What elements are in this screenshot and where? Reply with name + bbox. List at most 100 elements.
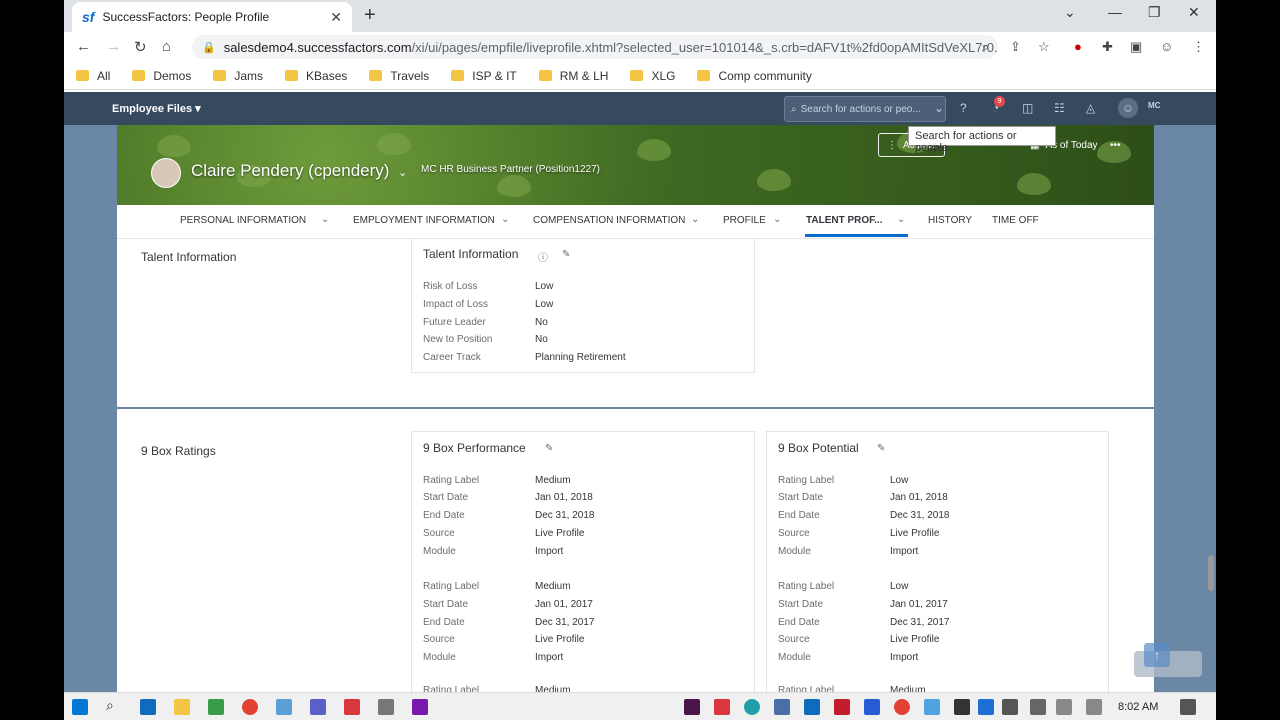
menu-icon[interactable]: ⋮ — [1192, 39, 1205, 55]
search-icon[interactable]: ⌕ — [106, 697, 122, 713]
edit-icon[interactable]: ✎ — [562, 249, 570, 260]
close-window-icon[interactable]: ✕ — [1188, 4, 1200, 21]
new-tab-icon[interactable]: + — [364, 4, 376, 27]
more-options-icon[interactable]: ••• — [1102, 133, 1129, 157]
field-value: Planning Retirement — [535, 352, 626, 363]
chevron-down-icon[interactable]: ⌄ — [897, 214, 905, 225]
bookmarks-bar: All Demos Jams KBases Travels ISP & IT R… — [64, 62, 1216, 90]
extension-icon[interactable]: ● — [1074, 39, 1082, 54]
help-circle-icon[interactable]: ⓘ — [538, 249, 548, 264]
scroll-to-top-icon[interactable]: ↑ — [1144, 643, 1170, 667]
leaf-decoration — [637, 139, 671, 161]
edit-icon[interactable]: ✎ — [545, 443, 553, 454]
chevron-down-icon[interactable]: ⌄ — [398, 166, 407, 179]
chat-icon[interactable]: ◫ — [1022, 101, 1033, 115]
windows-taskbar: ⌕ 8:02 AM — [64, 692, 1216, 720]
sidepanel-icon[interactable]: ▣ — [1130, 39, 1142, 55]
bluetooth-icon[interactable] — [978, 699, 994, 715]
outlook-tray-icon[interactable] — [804, 699, 820, 715]
restore-icon[interactable]: ❐ — [1148, 4, 1161, 21]
todo-icon[interactable]: ☷ — [1054, 101, 1065, 115]
calculator-icon[interactable] — [378, 699, 394, 715]
taskbar-clock[interactable]: 8:02 AM — [1118, 701, 1158, 713]
usb-icon[interactable] — [1002, 699, 1018, 715]
notepad-icon[interactable] — [208, 699, 224, 715]
bookmark-all[interactable]: All — [76, 69, 110, 83]
tab-history[interactable]: HISTORY — [928, 215, 972, 226]
network-icon[interactable] — [1056, 699, 1072, 715]
user-avatar-icon[interactable]: ☺ — [1118, 98, 1138, 118]
field-value: Import — [890, 652, 919, 663]
tab-profile[interactable]: PROFILE — [723, 215, 766, 226]
windows-start-icon[interactable] — [72, 699, 88, 715]
share-icon[interactable]: ⇪ — [1010, 39, 1021, 55]
bookmark-demos[interactable]: Demos — [132, 69, 191, 83]
card-title: 9 Box Potential — [778, 441, 859, 455]
zoom-icon[interactable]: ⌕ — [982, 39, 989, 55]
page-scrollbar[interactable] — [1208, 555, 1214, 591]
help-icon[interactable]: ? — [960, 101, 967, 115]
extensions-puzzle-icon[interactable]: ✚ — [1102, 39, 1113, 55]
chrome-tray-icon[interactable] — [894, 699, 910, 715]
tab-time-off[interactable]: TIME OFF — [992, 215, 1039, 226]
teams-icon[interactable] — [310, 699, 326, 715]
field-value: No — [535, 334, 548, 345]
chevron-down-icon[interactable]: ⌄ — [501, 214, 509, 225]
volume-icon[interactable] — [1086, 699, 1102, 715]
bookmark-rm-lh[interactable]: RM & LH — [538, 69, 608, 83]
minimize-icon[interactable]: — — [1108, 4, 1122, 20]
tray-app-icon[interactable] — [714, 699, 730, 715]
chevron-down-icon[interactable]: ⌄ — [321, 214, 329, 225]
outlook-icon[interactable] — [140, 699, 156, 715]
reload-icon[interactable]: ↻ — [134, 38, 147, 56]
tab-employment-information[interactable]: EMPLOYMENT INFORMATION — [353, 215, 495, 226]
tab-compensation-information[interactable]: COMPENSATION INFORMATION — [533, 215, 685, 226]
chrome-icon[interactable] — [242, 699, 258, 715]
bell-icon[interactable]: ◬ — [1086, 101, 1095, 115]
app-s-icon[interactable] — [344, 699, 360, 715]
chevron-down-icon[interactable]: ⌄ — [691, 214, 699, 225]
onenote-icon[interactable] — [412, 699, 428, 715]
section-title-talent: Talent Information — [141, 250, 237, 264]
bookmark-isp-it[interactable]: ISP & IT — [451, 69, 517, 83]
edge-icon[interactable] — [744, 699, 760, 715]
bookmark-comp-community[interactable]: Comp community — [697, 69, 812, 83]
search-dropdown-icon[interactable]: ⌄ — [934, 101, 944, 115]
bookmark-travels[interactable]: Travels — [369, 69, 429, 83]
field-label: Rating Label — [778, 581, 835, 592]
tab-personal-information[interactable]: PERSONAL INFORMATION — [180, 215, 306, 226]
employee-avatar[interactable] — [151, 158, 181, 188]
slack-icon[interactable] — [684, 699, 700, 715]
mcafee-icon[interactable] — [834, 699, 850, 715]
browser-tab[interactable]: sf SuccessFactors: People Profile ✕ — [72, 2, 352, 32]
bookmark-jams[interactable]: Jams — [213, 69, 263, 83]
search-input[interactable]: ⌕ Search for actions or peo... — [784, 96, 946, 122]
address-toolbar: ← → ↻ ⌂ 🔒 salesdemo4.successfactors.com /… — [64, 32, 1216, 62]
onedrive-icon[interactable] — [924, 699, 940, 715]
tab-search-icon[interactable]: ⌄ — [1064, 4, 1076, 21]
security-icon[interactable] — [954, 699, 970, 715]
browser-tabbar: sf SuccessFactors: People Profile ✕ + ⌄ … — [64, 0, 1216, 32]
tray-app-icon[interactable] — [774, 699, 790, 715]
app-icon[interactable] — [276, 699, 292, 715]
profile-icon[interactable]: ☺ — [1160, 39, 1173, 54]
profile-tabs: PERSONAL INFORMATION ⌄ EMPLOYMENT INFORM… — [117, 205, 1154, 239]
employee-name[interactable]: Claire Pendery (cpendery) — [191, 161, 389, 181]
user-initials[interactable]: MC — [1148, 101, 1160, 110]
tab-talent-profile[interactable]: TALENT PROF... — [806, 215, 882, 226]
bookmark-xlg[interactable]: XLG — [630, 69, 675, 83]
bookmark-star-icon[interactable]: ☆ — [1038, 39, 1050, 55]
url-bar[interactable]: 🔒 salesdemo4.successfactors.com/xi/ui/pa… — [192, 35, 998, 59]
tray-check-icon[interactable] — [864, 699, 880, 715]
forward-icon[interactable]: → — [106, 38, 121, 55]
bookmark-kbases[interactable]: KBases — [285, 69, 347, 83]
file-explorer-icon[interactable] — [174, 699, 190, 715]
chevron-down-icon[interactable]: ⌄ — [773, 214, 781, 225]
edit-icon[interactable]: ✎ — [877, 443, 885, 454]
home-icon[interactable]: ⌂ — [162, 38, 171, 55]
notification-center-icon[interactable] — [1180, 699, 1196, 715]
battery-icon[interactable] — [1030, 699, 1046, 715]
employee-files-menu[interactable]: Employee Files ▾ — [112, 102, 201, 115]
tab-close-icon[interactable]: ✕ — [330, 9, 342, 26]
back-icon[interactable]: ← — [76, 38, 91, 55]
